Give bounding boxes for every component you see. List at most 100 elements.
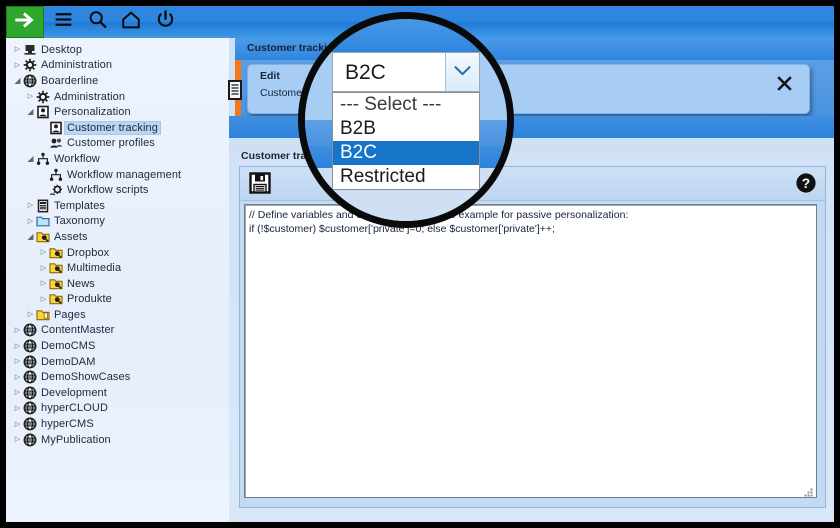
sidebar-item-contentmaster[interactable]: ContentMaster xyxy=(6,323,229,339)
sidebar-item-workflow[interactable]: Workflow xyxy=(6,151,229,167)
select-option[interactable]: B2C xyxy=(333,141,479,165)
sidebar-item-administration[interactable]: Administration xyxy=(6,89,229,105)
tree-toggle-closed-icon[interactable] xyxy=(12,327,23,334)
tree-toggle-closed-icon[interactable] xyxy=(38,249,49,256)
sidebar-item-label: DemoCMS xyxy=(41,340,96,353)
floppy-disk-icon xyxy=(248,172,272,199)
template-icon xyxy=(36,199,50,213)
tree-toggle-closed-icon[interactable] xyxy=(12,405,23,412)
sidebar-item-workflow-scripts[interactable]: Workflow scripts xyxy=(6,182,229,198)
workflow-icon xyxy=(36,152,50,166)
globe-icon xyxy=(23,323,37,337)
svg-text:?: ? xyxy=(802,176,810,191)
tree-toggle-open-icon[interactable] xyxy=(12,77,23,85)
tree-toggle-closed-icon[interactable] xyxy=(38,280,49,287)
folder-asset-icon xyxy=(36,230,50,244)
question-mark-icon: ? xyxy=(795,173,817,198)
menu-button[interactable] xyxy=(46,6,80,38)
people-icon xyxy=(49,136,63,150)
sidebar-item-templates[interactable]: Templates xyxy=(6,198,229,214)
sidebar-item-label: Administration xyxy=(41,59,113,72)
sidebar-item-administration[interactable]: Administration xyxy=(6,58,229,74)
gear-icon xyxy=(23,58,37,72)
sidebar-tree-list: Desktop Administration Boarderline Administ… xyxy=(6,38,229,447)
globe-icon xyxy=(23,433,37,447)
sidebar-item-pages[interactable]: Pages xyxy=(6,307,229,323)
sidebar-item-label: Taxonomy xyxy=(54,215,105,228)
select-options-list[interactable]: --- Select --- B2B B2C Restricted xyxy=(332,92,480,190)
code-textarea[interactable]: // Define variables and customer values,… xyxy=(244,204,817,498)
person-card-icon xyxy=(49,121,63,135)
sidebar-item-dropbox[interactable]: Dropbox xyxy=(6,245,229,261)
sidebar-item-label: ContentMaster xyxy=(41,324,115,337)
sidebar-item-boarderline[interactable]: Boarderline xyxy=(6,73,229,89)
tree-toggle-closed-icon[interactable] xyxy=(12,358,23,365)
forward-button[interactable] xyxy=(6,6,44,38)
sidebar-item-multimedia[interactable]: Multimedia xyxy=(6,260,229,276)
sidebar-item-label: Workflow xyxy=(54,152,100,165)
sidebar-item-label: Development xyxy=(41,386,107,399)
sidebar-item-desktop[interactable]: Desktop xyxy=(6,42,229,58)
sidebar-item-label: Administration xyxy=(54,90,126,103)
folder-asset-icon xyxy=(49,246,63,260)
sidebar-item-label: Dropbox xyxy=(67,246,110,259)
sidebar-item-taxonomy[interactable]: Taxonomy xyxy=(6,214,229,230)
tree-toggle-closed-icon[interactable] xyxy=(12,421,23,428)
resize-handle-icon[interactable] xyxy=(804,485,814,497)
select-dropdown-button[interactable] xyxy=(445,53,479,91)
select-option[interactable]: Restricted xyxy=(333,165,479,189)
globe-icon xyxy=(23,355,37,369)
tree-toggle-open-icon[interactable] xyxy=(25,233,36,241)
sidebar-item-produkte[interactable]: Produkte xyxy=(6,292,229,308)
sidebar-item-label: MyPublication xyxy=(41,433,111,446)
sidebar-item-news[interactable]: News xyxy=(6,276,229,292)
tree-toggle-closed-icon[interactable] xyxy=(25,311,36,318)
close-button[interactable] xyxy=(773,75,795,97)
hamburger-menu-icon xyxy=(53,9,74,35)
sidebar-tree[interactable]: Desktop Administration Boarderline Administ… xyxy=(6,38,230,522)
sidebar-item-label: Desktop xyxy=(41,43,83,56)
tree-toggle-closed-icon[interactable] xyxy=(12,46,23,53)
tree-toggle-closed-icon[interactable] xyxy=(38,265,49,272)
sidebar-item-demodam[interactable]: DemoDAM xyxy=(6,354,229,370)
sidebar-item-label: Boarderline xyxy=(41,74,99,87)
sidebar-item-hypercms[interactable]: hyperCMS xyxy=(6,416,229,432)
tree-toggle-closed-icon[interactable] xyxy=(12,374,23,381)
tree-toggle-closed-icon[interactable] xyxy=(12,343,23,350)
help-button[interactable]: ? xyxy=(795,172,817,194)
sidebar-item-personalization[interactable]: Personalization xyxy=(6,104,229,120)
tree-toggle-closed-icon[interactable] xyxy=(25,93,36,100)
person-card-icon xyxy=(36,105,50,119)
sidebar-item-label: News xyxy=(67,277,95,290)
tree-toggle-closed-icon[interactable] xyxy=(25,218,36,225)
save-button[interactable] xyxy=(248,171,272,195)
home-icon xyxy=(120,9,142,36)
select-option[interactable]: --- Select --- xyxy=(333,93,479,117)
select-value: B2C xyxy=(345,61,386,84)
customer-type-select[interactable]: B2C xyxy=(332,52,480,92)
tree-toggle-closed-icon[interactable] xyxy=(12,436,23,443)
tree-toggle-open-icon[interactable] xyxy=(25,155,36,163)
sidebar-item-label: hyperCLOUD xyxy=(41,402,109,415)
search-button[interactable] xyxy=(80,6,114,38)
tree-toggle-closed-icon[interactable] xyxy=(25,202,36,209)
magnifier-content: B2C --- Select --- B2B B2C Restricted xyxy=(305,19,507,221)
sidebar-item-customer-tracking[interactable]: Customer tracking xyxy=(6,120,229,136)
tree-toggle-closed-icon[interactable] xyxy=(38,296,49,303)
home-button[interactable] xyxy=(114,6,148,38)
sidebar-item-assets[interactable]: Assets xyxy=(6,229,229,245)
sidebar-item-customer-profiles[interactable]: Customer profiles xyxy=(6,136,229,152)
sidebar-item-democms[interactable]: DemoCMS xyxy=(6,338,229,354)
sidebar-item-label: hyperCMS xyxy=(41,418,94,431)
sidebar-item-label: Personalization xyxy=(54,106,131,119)
power-button[interactable] xyxy=(148,6,182,38)
sidebar-item-workflow-management[interactable]: Workflow management xyxy=(6,167,229,183)
select-option[interactable]: B2B xyxy=(333,117,479,141)
tree-toggle-closed-icon[interactable] xyxy=(12,62,23,69)
sidebar-item-demoshowcases[interactable]: DemoShowCases xyxy=(6,369,229,385)
tree-toggle-closed-icon[interactable] xyxy=(12,389,23,396)
tree-toggle-open-icon[interactable] xyxy=(25,108,36,116)
sidebar-item-hypercloud[interactable]: hyperCLOUD xyxy=(6,401,229,417)
sidebar-item-development[interactable]: Development xyxy=(6,385,229,401)
sidebar-item-mypublication[interactable]: MyPublication xyxy=(6,432,229,448)
